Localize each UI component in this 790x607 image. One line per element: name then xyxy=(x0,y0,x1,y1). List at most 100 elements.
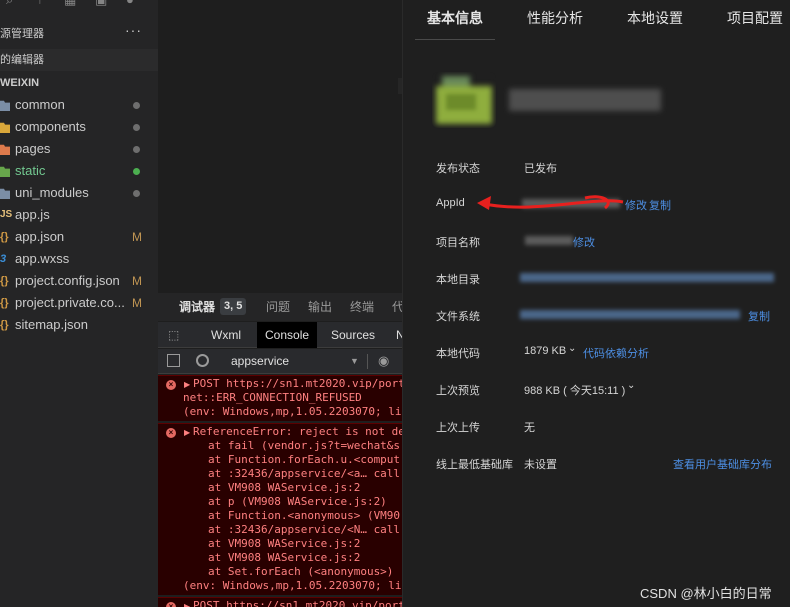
js-file-icon: JS xyxy=(0,209,13,220)
console-line: (env: Windows,mp,1.05.2203070; lib xyxy=(183,579,402,592)
appid-copy-link[interactable]: 复制 xyxy=(649,197,671,213)
tree-item[interactable]: {} app.json M xyxy=(0,226,158,248)
local-dir-blurred xyxy=(520,273,774,282)
console-error-entry[interactable]: × ▶ POST https://sn1.mt2020.vip/port xyxy=(158,597,402,607)
console-line: at p (VM908 WAService.js:2) xyxy=(208,495,387,508)
panel-tabs: 调试器 3, 5 问题 输出 终端 代 xyxy=(158,293,402,321)
console-line: at Set.forEach (<anonymous>) xyxy=(208,565,394,578)
tab-console[interactable]: Console xyxy=(257,322,318,348)
console-line: at Function.<anonymous> (VM90 xyxy=(208,509,401,522)
debug-icon[interactable]: ▦ xyxy=(64,0,76,8)
tree-item[interactable]: 3 app.wxss xyxy=(0,248,158,270)
debugger-count-badge: 3, 5 xyxy=(220,298,247,315)
tab-performance[interactable]: 性能分析 xyxy=(527,8,583,28)
tree-item-label: app.json xyxy=(15,229,65,244)
console-line: at VM908 WAService.js:2 xyxy=(208,481,361,494)
tree-item[interactable]: pages xyxy=(0,138,158,160)
json-file-icon: {} xyxy=(0,319,9,331)
file-system-blurred xyxy=(520,310,740,319)
tree-item[interactable]: common xyxy=(0,94,158,116)
modified-badge: M xyxy=(132,230,142,244)
clear-console-icon[interactable] xyxy=(196,354,209,367)
error-icon: × xyxy=(166,428,176,438)
tab-terminal[interactable]: 终端 xyxy=(350,293,374,321)
eye-icon[interactable]: ◉ xyxy=(378,353,389,369)
watermark: CSDN @林小白的日常 xyxy=(640,586,772,601)
file-system-copy-link[interactable]: 复制 xyxy=(748,308,770,324)
tree-item-label: app.wxss xyxy=(15,251,70,266)
status-dot xyxy=(133,124,140,131)
avatar xyxy=(432,72,496,128)
console-error-entry[interactable]: × ▶ ReferenceError: reject is not de at fai… xyxy=(158,423,402,595)
explorer-title: 源管理器 xyxy=(0,28,44,40)
open-editors-section[interactable]: 的编辑器 xyxy=(0,49,158,71)
tree-item[interactable]: {} project.private.co... M xyxy=(0,292,158,314)
more-icon[interactable]: ··· xyxy=(125,22,142,38)
tab-sources[interactable]: Sources xyxy=(331,322,375,348)
tree-item[interactable]: {} project.config.json M xyxy=(0,270,158,292)
min-lib-label: 线上最低基础库 xyxy=(436,459,513,471)
project-name-label: 项目名称 xyxy=(436,237,480,249)
tab-basic-info[interactable]: 基本信息 xyxy=(427,8,483,28)
console-line: POST https://sn1.mt2020.vip/port xyxy=(193,377,402,390)
status-dot xyxy=(133,190,140,197)
project-details-panel: 基本信息 性能分析 本地设置 项目配置 发布状态 已发布 AppId 修改 复制… xyxy=(402,0,790,607)
chevron-down-icon[interactable]: ▼ xyxy=(350,349,359,374)
source-control-icon[interactable]: ⑂ xyxy=(36,0,44,7)
tree-item[interactable]: uni_modules xyxy=(0,182,158,204)
console-error-entry[interactable]: × ▶ POST https://sn1.mt2020.vip/port net::E… xyxy=(158,375,402,421)
search-icon[interactable]: ⌕ xyxy=(6,0,13,8)
editor-area[interactable] xyxy=(158,0,402,293)
tab-issues[interactable]: 问题 xyxy=(266,293,290,321)
active-tab-underline xyxy=(415,39,495,40)
tree-item[interactable]: {} sitemap.json xyxy=(0,314,158,336)
expand-arrow-icon[interactable]: ▶ xyxy=(184,602,190,607)
project-name-edit-link[interactable]: 修改 xyxy=(573,234,595,250)
tree-item[interactable]: JS app.js xyxy=(0,204,158,226)
tree-item-label: app.js xyxy=(15,207,50,222)
expand-arrow-icon[interactable]: ▶ xyxy=(184,428,190,437)
account-icon[interactable]: ● xyxy=(126,0,134,7)
status-dot xyxy=(133,146,140,153)
tab-more[interactable]: 代 xyxy=(392,293,402,321)
console-line: POST https://sn1.mt2020.vip/port xyxy=(193,599,402,607)
project-name-blurred xyxy=(525,236,573,245)
context-select[interactable]: appservice xyxy=(231,349,289,374)
project-section[interactable]: WEIXIN xyxy=(0,72,158,94)
folder-icon xyxy=(0,122,10,133)
folder-icon xyxy=(0,188,10,199)
min-lib-value: 未设置 xyxy=(524,459,557,471)
last-upload-label: 上次上传 xyxy=(436,422,480,434)
tree-item[interactable]: components xyxy=(0,116,158,138)
status-label: 发布状态 xyxy=(436,163,480,175)
tab-local-settings[interactable]: 本地设置 xyxy=(627,8,683,28)
activity-icons: ⌕ ⑂ ▦ ▣ ● xyxy=(0,0,158,10)
modified-badge: M xyxy=(132,274,142,288)
tab-project-config[interactable]: 项目配置 xyxy=(727,8,783,28)
tab-debugger[interactable]: 调试器 xyxy=(179,293,215,321)
json-file-icon: {} xyxy=(0,275,9,287)
chevron-down-icon[interactable]: ⌄ xyxy=(568,343,576,354)
code-dependency-link[interactable]: 代码依赖分析 xyxy=(583,345,649,361)
tab-output[interactable]: 输出 xyxy=(308,293,332,321)
tree-item[interactable]: static xyxy=(0,160,158,182)
inspect-icon[interactable]: ⬚ xyxy=(168,322,179,348)
appid-edit-link[interactable]: 修改 xyxy=(625,197,647,213)
console-line: (env: Windows,mp,1.05.2203070; lib xyxy=(183,405,402,418)
console-line: ReferenceError: reject is not de xyxy=(193,425,402,438)
tab-wxml[interactable]: Wxml xyxy=(211,322,241,348)
lib-distribution-link[interactable]: 查看用户基础库分布 xyxy=(673,456,772,472)
console-output[interactable]: × ▶ POST https://sn1.mt2020.vip/port net::E… xyxy=(158,375,402,607)
status-value: 已发布 xyxy=(524,163,557,175)
extensions-icon[interactable]: ▣ xyxy=(95,0,107,8)
tree-item-label: components xyxy=(15,119,86,134)
tree-item-label: static xyxy=(15,163,46,178)
console-line: at fail (vendor.js?t=wechat&s xyxy=(208,439,401,452)
json-file-icon: {} xyxy=(0,297,9,309)
modified-badge: M xyxy=(132,296,142,310)
chevron-down-icon[interactable]: ⌄ xyxy=(627,380,635,391)
local-dir-label: 本地目录 xyxy=(436,274,480,286)
sidebar-toggle-icon[interactable] xyxy=(167,354,180,367)
expand-arrow-icon[interactable]: ▶ xyxy=(184,380,190,389)
appid-label: AppId xyxy=(436,197,465,209)
